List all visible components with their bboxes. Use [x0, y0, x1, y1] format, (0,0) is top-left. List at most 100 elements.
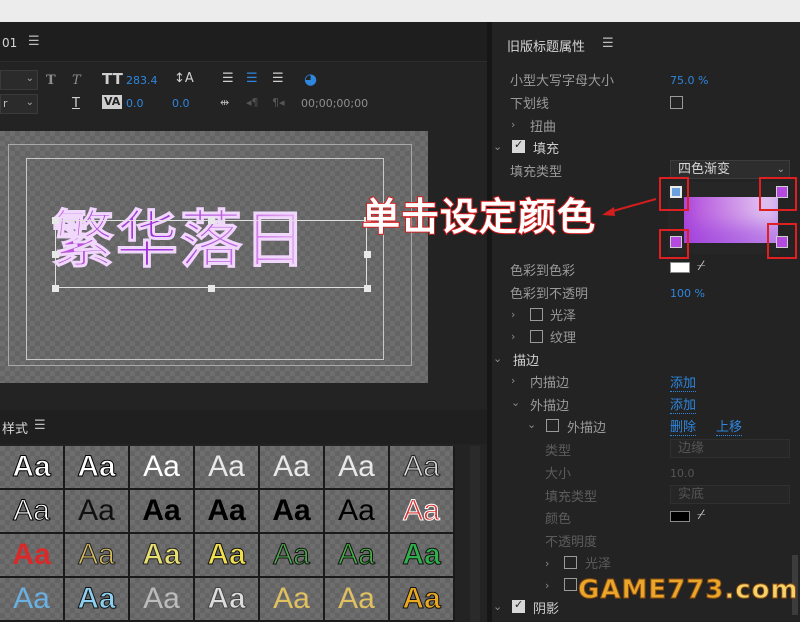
sheen-checkbox[interactable] [530, 308, 543, 321]
style-swatch[interactable]: Aa [325, 446, 390, 490]
chevron-down-icon[interactable]: ⌄ [493, 600, 502, 613]
chevron-right-icon[interactable]: › [545, 557, 549, 570]
chevron-right-icon[interactable]: › [511, 308, 515, 321]
color-label: 颜色 [545, 512, 572, 527]
style-swatch[interactable]: Aa [65, 534, 130, 578]
style-swatch[interactable]: Aa [130, 534, 195, 578]
resize-handle[interactable] [208, 285, 215, 292]
chevron-right-icon[interactable]: › [511, 118, 515, 131]
style-swatch[interactable]: Aa [390, 578, 455, 622]
style-swatch-label: Aa [13, 494, 51, 528]
chevron-down-icon: ⌄ [776, 164, 785, 175]
color-swatch-white[interactable] [670, 262, 690, 273]
chevron-down-icon[interactable]: ⌄ [527, 418, 536, 431]
style-swatch[interactable]: Aa [325, 490, 390, 534]
tab-stops-icon[interactable]: ⇹ [220, 96, 229, 110]
style-swatch-label: Aa [338, 538, 376, 572]
style-swatch[interactable]: Aa [260, 534, 325, 578]
timecode-display[interactable]: 00;00;00;00 [301, 97, 368, 111]
sheen-label: 光泽 [550, 309, 577, 324]
bold-icon[interactable]: T [46, 74, 56, 88]
style-swatch[interactable]: Aa [390, 490, 455, 534]
style-swatch-label: Aa [207, 582, 246, 616]
small-caps-size-label: 小型大写字母大小 [510, 74, 615, 89]
style-swatch[interactable]: Aa [130, 446, 195, 490]
chevron-down-icon[interactable]: ⌄ [493, 140, 502, 153]
fill-type2-dropdown: 实底 [670, 485, 790, 504]
eyedropper-icon[interactable]: ⌿ [697, 507, 705, 523]
font-size-icon[interactable]: TT [102, 72, 123, 87]
style-swatch[interactable]: Aa [260, 490, 325, 534]
align-left-icon[interactable]: ☰ [222, 72, 234, 86]
style-swatch[interactable]: Aa [195, 578, 260, 622]
chevron-down-icon[interactable]: ⌄ [511, 396, 520, 409]
style-swatch[interactable]: Aa [390, 534, 455, 578]
style-swatch-label: Aa [338, 494, 375, 527]
fill-checkbox[interactable] [512, 138, 525, 153]
texture2-checkbox[interactable] [564, 578, 577, 591]
distort-label[interactable]: 扭曲 [530, 116, 556, 135]
align-right-icon[interactable]: ☰ [272, 72, 284, 86]
small-caps-size-value[interactable]: 75.0 % [670, 74, 708, 87]
resize-handle[interactable] [364, 251, 371, 258]
styles-tab-label[interactable]: 样式 [2, 418, 28, 437]
resize-handle[interactable] [52, 285, 59, 292]
inner-stroke-add-link[interactable]: 添加 [670, 372, 697, 392]
outer-stroke-add-link[interactable]: 添加 [670, 394, 697, 414]
style-swatch[interactable]: Aa [0, 446, 65, 490]
underline-checkbox[interactable] [670, 96, 683, 109]
watermark-logo: GAME773.com [577, 575, 799, 606]
eyedropper-icon[interactable]: ⌿ [697, 258, 705, 274]
style-swatch[interactable]: Aa [130, 490, 195, 534]
sheen2-checkbox[interactable] [564, 556, 577, 569]
tracking-icon[interactable]: VA [102, 95, 123, 109]
style-swatch[interactable]: Aa [65, 446, 130, 490]
style-swatch[interactable]: Aa [390, 446, 455, 490]
style-swatch[interactable]: Aa [0, 534, 65, 578]
style-swatch[interactable]: Aa [0, 490, 65, 534]
style-swatch[interactable]: Aa [260, 446, 325, 490]
selection-box[interactable] [55, 220, 367, 288]
designer-tab-label[interactable]: 01 [2, 36, 17, 50]
style-swatch[interactable]: Aa [195, 490, 260, 534]
move-up-link[interactable]: 上移 [716, 416, 743, 436]
font-family-dropdown[interactable]: ⌄ [0, 70, 38, 90]
align-center-icon[interactable]: ☰ [246, 72, 258, 86]
outer-stroke-checkbox[interactable] [546, 419, 559, 432]
style-swatch[interactable]: Aa [195, 446, 260, 490]
show-video-icon[interactable]: ◕ [304, 72, 317, 87]
font-size-value[interactable]: 283.4 [126, 74, 158, 88]
italic-icon[interactable]: T [72, 74, 81, 88]
style-swatch[interactable]: Aa [0, 578, 65, 622]
style-swatch[interactable]: Aa [195, 534, 260, 578]
style-swatch[interactable]: Aa [325, 534, 390, 578]
color-to-opacity-value[interactable]: 100 % [670, 287, 705, 300]
style-swatch[interactable]: Aa [130, 578, 195, 622]
chevron-right-icon[interactable]: › [511, 374, 515, 387]
style-swatch[interactable]: Aa [325, 578, 390, 622]
font-style-dropdown[interactable]: r ⌄ [0, 94, 38, 114]
resize-handle[interactable] [208, 217, 215, 224]
style-swatch[interactable]: Aa [65, 490, 130, 534]
resize-handle[interactable] [52, 251, 59, 258]
style-swatch[interactable]: Aa [260, 578, 325, 622]
shadow-checkbox[interactable] [512, 598, 525, 613]
styles-scrollbar[interactable] [470, 446, 480, 622]
underline-icon[interactable]: T [72, 97, 80, 111]
baseline-value[interactable]: 0.0 [172, 97, 190, 111]
color-swatch-black[interactable] [670, 511, 690, 522]
hamburger-menu-icon[interactable]: ☰ [34, 418, 46, 433]
delete-link[interactable]: 删除 [670, 416, 697, 436]
resize-handle[interactable] [52, 217, 59, 224]
style-swatch[interactable]: Aa [65, 578, 130, 622]
chevron-right-icon[interactable]: › [545, 579, 549, 592]
chevron-down-icon[interactable]: ⌄ [493, 352, 502, 365]
style-swatch-label: Aa [13, 582, 50, 615]
chevron-right-icon[interactable]: › [511, 330, 515, 343]
leading-icon[interactable]: ↕A [174, 72, 194, 86]
tracking-value[interactable]: 0.0 [126, 97, 144, 111]
hamburger-menu-icon[interactable]: ☰ [28, 34, 40, 49]
hamburger-menu-icon[interactable]: ☰ [602, 36, 614, 51]
texture-checkbox[interactable] [530, 330, 543, 343]
resize-handle[interactable] [364, 285, 371, 292]
